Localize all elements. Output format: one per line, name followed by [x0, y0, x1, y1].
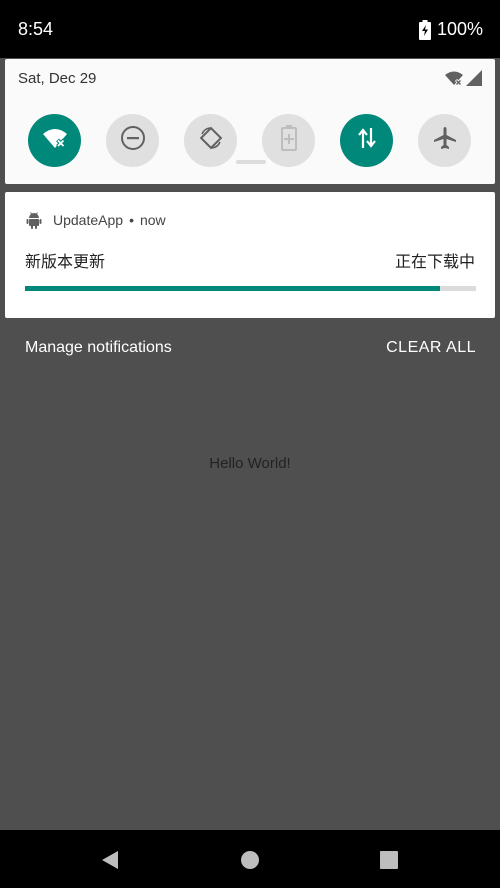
notification-title: 新版本更新 [25, 254, 106, 271]
tile-mobile-data[interactable] [340, 114, 393, 167]
download-progress-fill [25, 286, 440, 291]
do-not-disturb-icon [120, 125, 146, 156]
notification-separator: • [129, 212, 134, 228]
home-icon[interactable] [240, 850, 260, 875]
notification-time: now [139, 212, 166, 228]
qs-status-icons [444, 70, 482, 91]
drag-handle[interactable] [236, 160, 266, 164]
status-right: 100% [418, 19, 483, 40]
tile-airplane-mode[interactable] [418, 114, 471, 167]
manage-notifications-button[interactable]: Manage notifications [25, 339, 172, 357]
download-progress-bar [25, 286, 476, 291]
tile-wifi[interactable] [28, 114, 81, 167]
battery-percent: 100% [436, 19, 483, 39]
status-time: 8:54 [18, 19, 54, 39]
signal-icon [466, 70, 482, 91]
auto-rotate-icon [198, 125, 224, 156]
recents-icon[interactable] [379, 850, 399, 875]
battery-saver-icon [280, 125, 297, 156]
notification-header: UpdateApp • now [25, 211, 166, 229]
qs-date: Sat, Dec 29 [18, 70, 97, 87]
notification-status: 正在下载中 [394, 254, 475, 271]
android-icon [25, 211, 43, 229]
tile-do-not-disturb[interactable] [106, 114, 159, 167]
back-icon[interactable] [100, 850, 120, 875]
battery-charging-icon [418, 19, 431, 40]
data-transfer-icon [356, 126, 378, 155]
notification-card[interactable]: UpdateApp • now 新版本更新 正在下载中 [5, 192, 495, 318]
tile-auto-rotate[interactable] [184, 114, 237, 167]
wifi-off-icon [444, 70, 464, 91]
navigation-bar [0, 830, 500, 888]
hello-world-text: Hello World! [209, 455, 291, 472]
airplane-icon [432, 125, 458, 156]
notification-app-name: UpdateApp [53, 212, 124, 228]
status-bar: 8:54 100% [0, 0, 500, 58]
tile-battery-saver[interactable] [262, 114, 315, 167]
quick-settings-panel[interactable]: Sat, Dec 29 [5, 59, 495, 184]
wifi-off-icon [42, 127, 68, 154]
clear-all-button[interactable]: CLEAR ALL [386, 339, 476, 357]
